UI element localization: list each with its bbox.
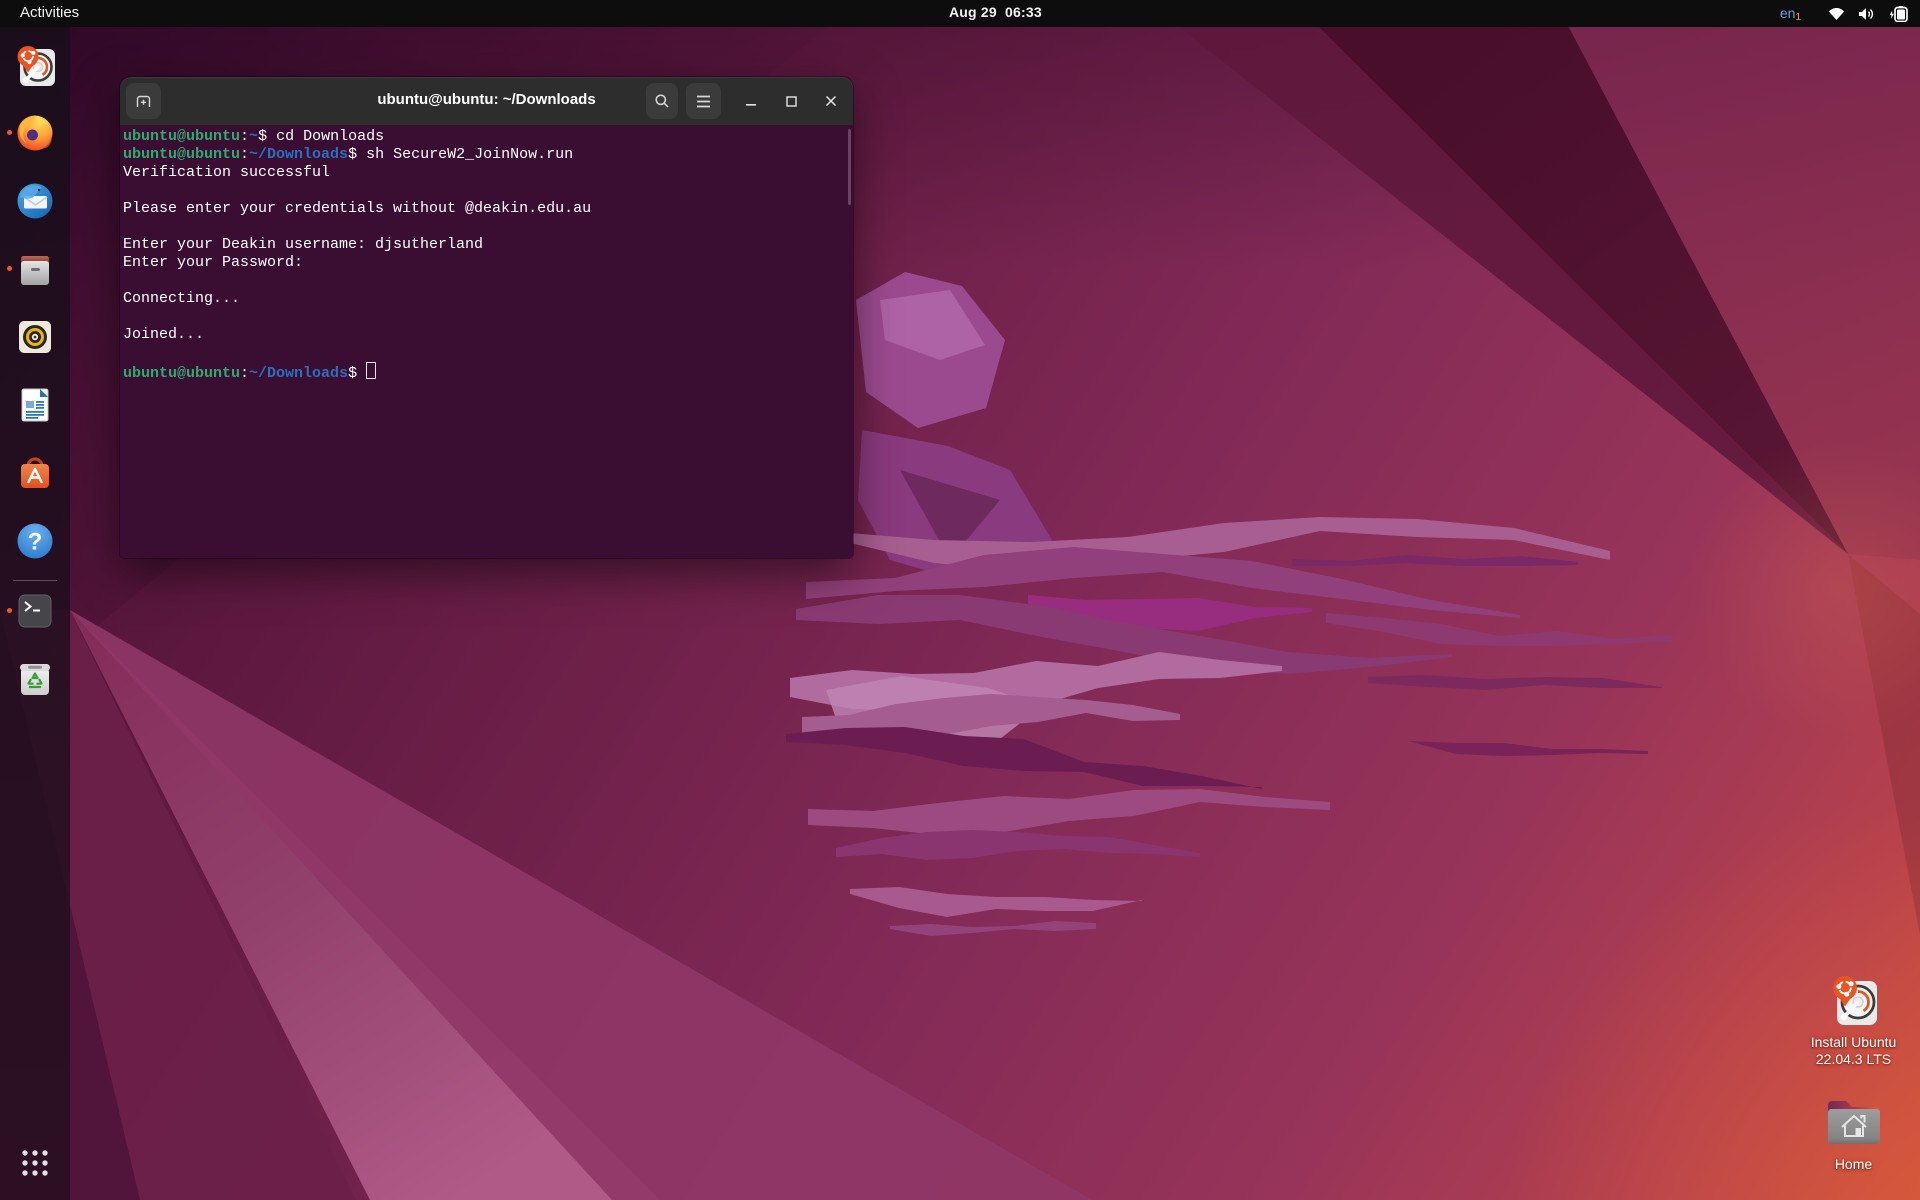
svg-text:?: ? xyxy=(28,529,43,556)
